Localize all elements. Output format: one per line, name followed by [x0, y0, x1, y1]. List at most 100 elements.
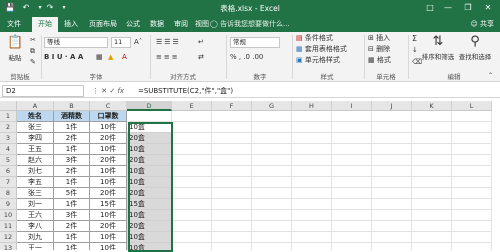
cell-a2[interactable]: 张三: [17, 122, 54, 133]
row-header[interactable]: 12: [0, 232, 17, 243]
column-header-f[interactable]: F: [212, 101, 252, 111]
cell-empty[interactable]: [212, 221, 252, 232]
row-header[interactable]: 7: [0, 177, 17, 188]
row-header[interactable]: 13: [0, 243, 17, 250]
column-header-e[interactable]: E: [172, 101, 212, 111]
cell-empty[interactable]: [252, 243, 292, 250]
cell-empty[interactable]: [252, 133, 292, 144]
cell-empty[interactable]: [452, 144, 492, 155]
format-cells-button[interactable]: ▦ 格式: [368, 56, 391, 65]
cell-empty[interactable]: [332, 111, 372, 122]
cell-empty[interactable]: [412, 177, 452, 188]
cell-a8[interactable]: 张三: [17, 188, 54, 199]
row-header[interactable]: 11: [0, 221, 17, 232]
cell-c7[interactable]: 10件: [90, 177, 127, 188]
conditional-format-button[interactable]: ▤ 条件格式: [296, 34, 333, 43]
cell-c9[interactable]: 15件: [90, 199, 127, 210]
cell-b1[interactable]: 酒精数: [54, 111, 90, 122]
cell-empty[interactable]: [452, 133, 492, 144]
cell-b11[interactable]: 2件: [54, 221, 90, 232]
column-header-d[interactable]: D: [127, 101, 172, 111]
cell-empty[interactable]: [412, 166, 452, 177]
close-icon[interactable]: ✕: [480, 1, 496, 15]
cell-empty[interactable]: [372, 122, 412, 133]
cell-empty[interactable]: [332, 188, 372, 199]
tab-formulas[interactable]: 公式: [122, 17, 144, 32]
cell-empty[interactable]: [332, 122, 372, 133]
cell-a13[interactable]: 王一: [17, 243, 54, 250]
share-button[interactable]: ☺ 共享: [470, 17, 494, 32]
cell-a5[interactable]: 赵六: [17, 155, 54, 166]
cell-c13[interactable]: 10件: [90, 243, 127, 250]
cell-c5[interactable]: 20件: [90, 155, 127, 166]
cell-b10[interactable]: 3件: [54, 210, 90, 221]
cell-d9[interactable]: 15盒: [127, 199, 172, 210]
row-header[interactable]: 6: [0, 166, 17, 177]
cell-empty[interactable]: [372, 133, 412, 144]
cell-empty[interactable]: [292, 221, 332, 232]
ribbon-options-icon[interactable]: □: [422, 1, 438, 15]
cell-b5[interactable]: 3件: [54, 155, 90, 166]
font-size-select[interactable]: 11: [111, 37, 131, 48]
cell-empty[interactable]: [212, 232, 252, 243]
collapse-ribbon-icon[interactable]: ⌃: [488, 71, 493, 80]
row-header[interactable]: 1: [0, 111, 17, 122]
copy-icon[interactable]: ⧉: [30, 47, 35, 56]
cell-empty[interactable]: [252, 122, 292, 133]
cell-empty[interactable]: [332, 144, 372, 155]
column-header-b[interactable]: B: [54, 101, 90, 111]
column-header-g[interactable]: G: [252, 101, 292, 111]
column-header-k[interactable]: K: [412, 101, 452, 111]
worksheet-grid[interactable]: A B C D E F G H I J K L 1 姓名 酒精数 口罩数 2 张三 1件 10件 10盒 3 李四 2件 20件…: [0, 101, 500, 250]
cell-empty[interactable]: [372, 243, 412, 250]
cell-empty[interactable]: [212, 243, 252, 250]
row-header[interactable]: 9: [0, 199, 17, 210]
formula-input[interactable]: =SUBSTITUTE(C2,"件","盒"): [138, 85, 233, 97]
cell-empty[interactable]: [372, 155, 412, 166]
cell-empty[interactable]: [212, 188, 252, 199]
tab-page-layout[interactable]: 页面布局: [84, 17, 122, 32]
row-header[interactable]: 8: [0, 188, 17, 199]
cell-empty[interactable]: [172, 111, 212, 122]
cell-empty[interactable]: [412, 232, 452, 243]
cell-b2[interactable]: 1件: [54, 122, 90, 133]
cell-c10[interactable]: 10件: [90, 210, 127, 221]
cell-b4[interactable]: 1件: [54, 144, 90, 155]
cell-empty[interactable]: [212, 122, 252, 133]
cell-a9[interactable]: 刘一: [17, 199, 54, 210]
cell-empty[interactable]: [412, 199, 452, 210]
cell-empty[interactable]: [212, 210, 252, 221]
cell-empty[interactable]: [372, 199, 412, 210]
row-header[interactable]: 10: [0, 210, 17, 221]
cell-empty[interactable]: [292, 155, 332, 166]
tab-home[interactable]: 开始: [32, 17, 58, 32]
number-format-select[interactable]: 常规: [230, 37, 280, 48]
cell-a7[interactable]: 李五: [17, 177, 54, 188]
cell-d5[interactable]: 20盒: [127, 155, 172, 166]
cell-empty[interactable]: [172, 210, 212, 221]
cell-empty[interactable]: [172, 243, 212, 250]
cell-c1[interactable]: 口罩数: [90, 111, 127, 122]
table-format-button[interactable]: ▦ 套用表格格式: [296, 45, 347, 54]
cell-empty[interactable]: [332, 210, 372, 221]
cell-empty[interactable]: [292, 133, 332, 144]
cell-empty[interactable]: [332, 221, 372, 232]
cell-empty[interactable]: [212, 199, 252, 210]
cell-empty[interactable]: [292, 232, 332, 243]
cell-empty[interactable]: [452, 177, 492, 188]
cell-empty[interactable]: [372, 111, 412, 122]
cell-empty[interactable]: [372, 166, 412, 177]
cancel-icon[interactable]: ✕: [101, 87, 107, 95]
cell-empty[interactable]: [412, 133, 452, 144]
cell-empty[interactable]: [292, 210, 332, 221]
column-header-j[interactable]: J: [372, 101, 412, 111]
cell-b13[interactable]: 1件: [54, 243, 90, 250]
cell-empty[interactable]: [372, 232, 412, 243]
cell-empty[interactable]: [172, 144, 212, 155]
cell-empty[interactable]: [292, 199, 332, 210]
cell-empty[interactable]: [252, 221, 292, 232]
fill-color-icon[interactable]: ▲: [108, 53, 113, 62]
merge-icon[interactable]: ⇄: [198, 53, 204, 62]
cell-empty[interactable]: [412, 243, 452, 250]
cell-empty[interactable]: [452, 166, 492, 177]
